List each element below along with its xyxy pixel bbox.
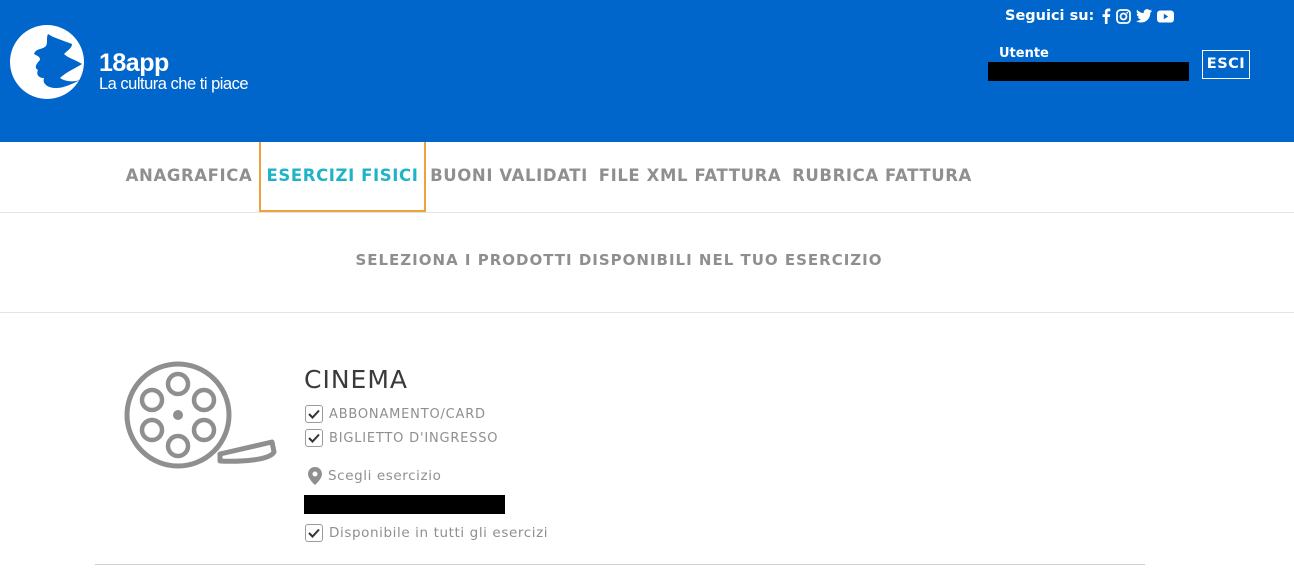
logo-tagline: La cultura che ti piace xyxy=(99,75,249,93)
product-label-biglietto: BIGLIETTO D'INGRESSO xyxy=(329,430,499,446)
choose-establishment-label: Scegli esercizio xyxy=(328,468,442,484)
logo-mark-icon xyxy=(10,25,84,99)
establishment-select-redacted[interactable] xyxy=(304,495,505,514)
checkbox-biglietto[interactable] xyxy=(305,429,323,447)
section-title: SELEZIONA I PRODOTTI DISPONIBILI NEL TUO… xyxy=(355,251,883,269)
available-all-option[interactable]: Disponibile in tutti gli esercizi xyxy=(305,523,548,543)
product-option-biglietto[interactable]: BIGLIETTO D'INGRESSO xyxy=(305,428,498,448)
social-links: Seguici su: xyxy=(1005,5,1175,27)
facebook-icon[interactable] xyxy=(1101,8,1111,24)
checkbox-available-all[interactable] xyxy=(305,524,323,542)
instagram-icon[interactable] xyxy=(1116,8,1132,24)
tab-esercizi-fisici[interactable]: ESERCIZI FISICI xyxy=(259,142,426,212)
checkmark-icon xyxy=(308,409,320,419)
youtube-icon[interactable] xyxy=(1157,10,1175,23)
product-label-abbonamento: ABBONAMENTO/CARD xyxy=(329,406,486,422)
tab-rubrica-fattura[interactable]: RUBRICA FATTURA xyxy=(788,142,976,212)
category-title: CINEMA xyxy=(304,365,408,394)
logo-name: 18app xyxy=(99,49,169,77)
main-tabs: ANAGRAFICA ESERCIZI FISICI BUONI VALIDAT… xyxy=(0,142,1294,213)
tab-file-xml-fattura[interactable]: FILE XML FATTURA xyxy=(592,142,788,212)
user-label: Utente xyxy=(999,46,1049,61)
product-option-abbonamento[interactable]: ABBONAMENTO/CARD xyxy=(305,404,486,424)
available-all-label: Disponibile in tutti gli esercizi xyxy=(329,525,549,541)
tab-buoni-validati[interactable]: BUONI VALIDATI xyxy=(426,142,592,212)
checkmark-icon xyxy=(308,528,320,538)
logo[interactable]: 18app La cultura che ti piace xyxy=(10,22,270,106)
checkmark-icon xyxy=(308,433,320,443)
header-bar: 18app La cultura che ti piace Seguici su… xyxy=(0,0,1294,142)
checkbox-abbonamento[interactable] xyxy=(305,405,323,423)
map-pin-icon xyxy=(308,467,322,485)
section-header: SELEZIONA I PRODOTTI DISPONIBILI NEL TUO… xyxy=(0,213,1294,313)
social-label: Seguici su: xyxy=(1005,8,1095,24)
tab-anagrafica[interactable]: ANAGRAFICA xyxy=(118,142,260,212)
logout-button[interactable]: ESCI xyxy=(1202,50,1250,79)
film-reel-icon xyxy=(122,358,278,473)
section-divider xyxy=(95,564,1145,565)
username-redacted xyxy=(988,62,1189,81)
twitter-icon[interactable] xyxy=(1136,9,1153,23)
choose-establishment: Scegli esercizio xyxy=(308,466,441,486)
